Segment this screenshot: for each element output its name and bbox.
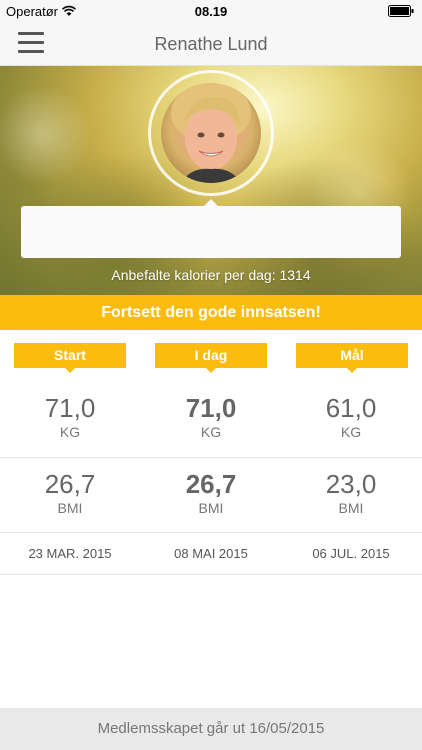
message-box: [21, 206, 401, 258]
page-title: Renathe Lund: [154, 34, 268, 54]
start-weight: 71,0 KG: [0, 393, 140, 441]
today-weight-unit: KG: [200, 424, 222, 440]
goal-weight-unit: KG: [340, 424, 362, 440]
column-header-start: Start: [14, 343, 126, 373]
battery-icon: [388, 5, 414, 17]
goal-date: 06 JUL. 2015: [312, 546, 390, 561]
motivation-banner: Fortsett den gode innsatsen!: [0, 295, 422, 330]
start-bmi-value: 26,7: [44, 469, 96, 499]
recommended-calories: Anbefalte kalorier per dag: 1314: [111, 267, 311, 283]
today-bmi-unit: BMI: [198, 500, 224, 516]
nav-bar: Renathe Lund: [0, 22, 422, 66]
today-bmi-value: 26,7: [185, 469, 237, 499]
avatar[interactable]: [161, 83, 261, 183]
column-header-goal: Mål: [296, 343, 408, 373]
goal-weight-value: 61,0: [325, 393, 377, 423]
divider: [0, 574, 422, 575]
goal-bmi-value: 23,0: [325, 469, 377, 499]
start-bmi: 26,7 BMI: [0, 469, 140, 517]
start-weight-unit: KG: [59, 424, 81, 440]
start-bmi-unit: BMI: [57, 500, 83, 516]
membership-expiry: Medlemsskapet går ut 16/05/2015: [0, 708, 422, 750]
clock-label: 08.19: [194, 4, 228, 19]
goal-bmi: 23,0 BMI: [281, 469, 421, 517]
column-header-today: I dag: [155, 343, 267, 373]
status-bar: Operatør 08.19: [0, 0, 422, 22]
start-weight-value: 71,0: [44, 393, 96, 423]
divider: [0, 532, 422, 533]
divider: [0, 457, 422, 458]
today-bmi: 26,7 BMI: [141, 469, 281, 517]
today-weight: 71,0 KG: [141, 393, 281, 441]
avatar-ring: [148, 70, 274, 196]
goal-bmi-unit: BMI: [338, 500, 364, 516]
goal-weight: 61,0 KG: [281, 393, 421, 441]
today-weight-value: 71,0: [185, 393, 237, 423]
start-date: 23 MAR. 2015: [28, 546, 112, 561]
today-date: 08 MAI 2015: [174, 546, 248, 561]
profile-hero: Anbefalte kalorier per dag: 1314: [0, 66, 422, 295]
